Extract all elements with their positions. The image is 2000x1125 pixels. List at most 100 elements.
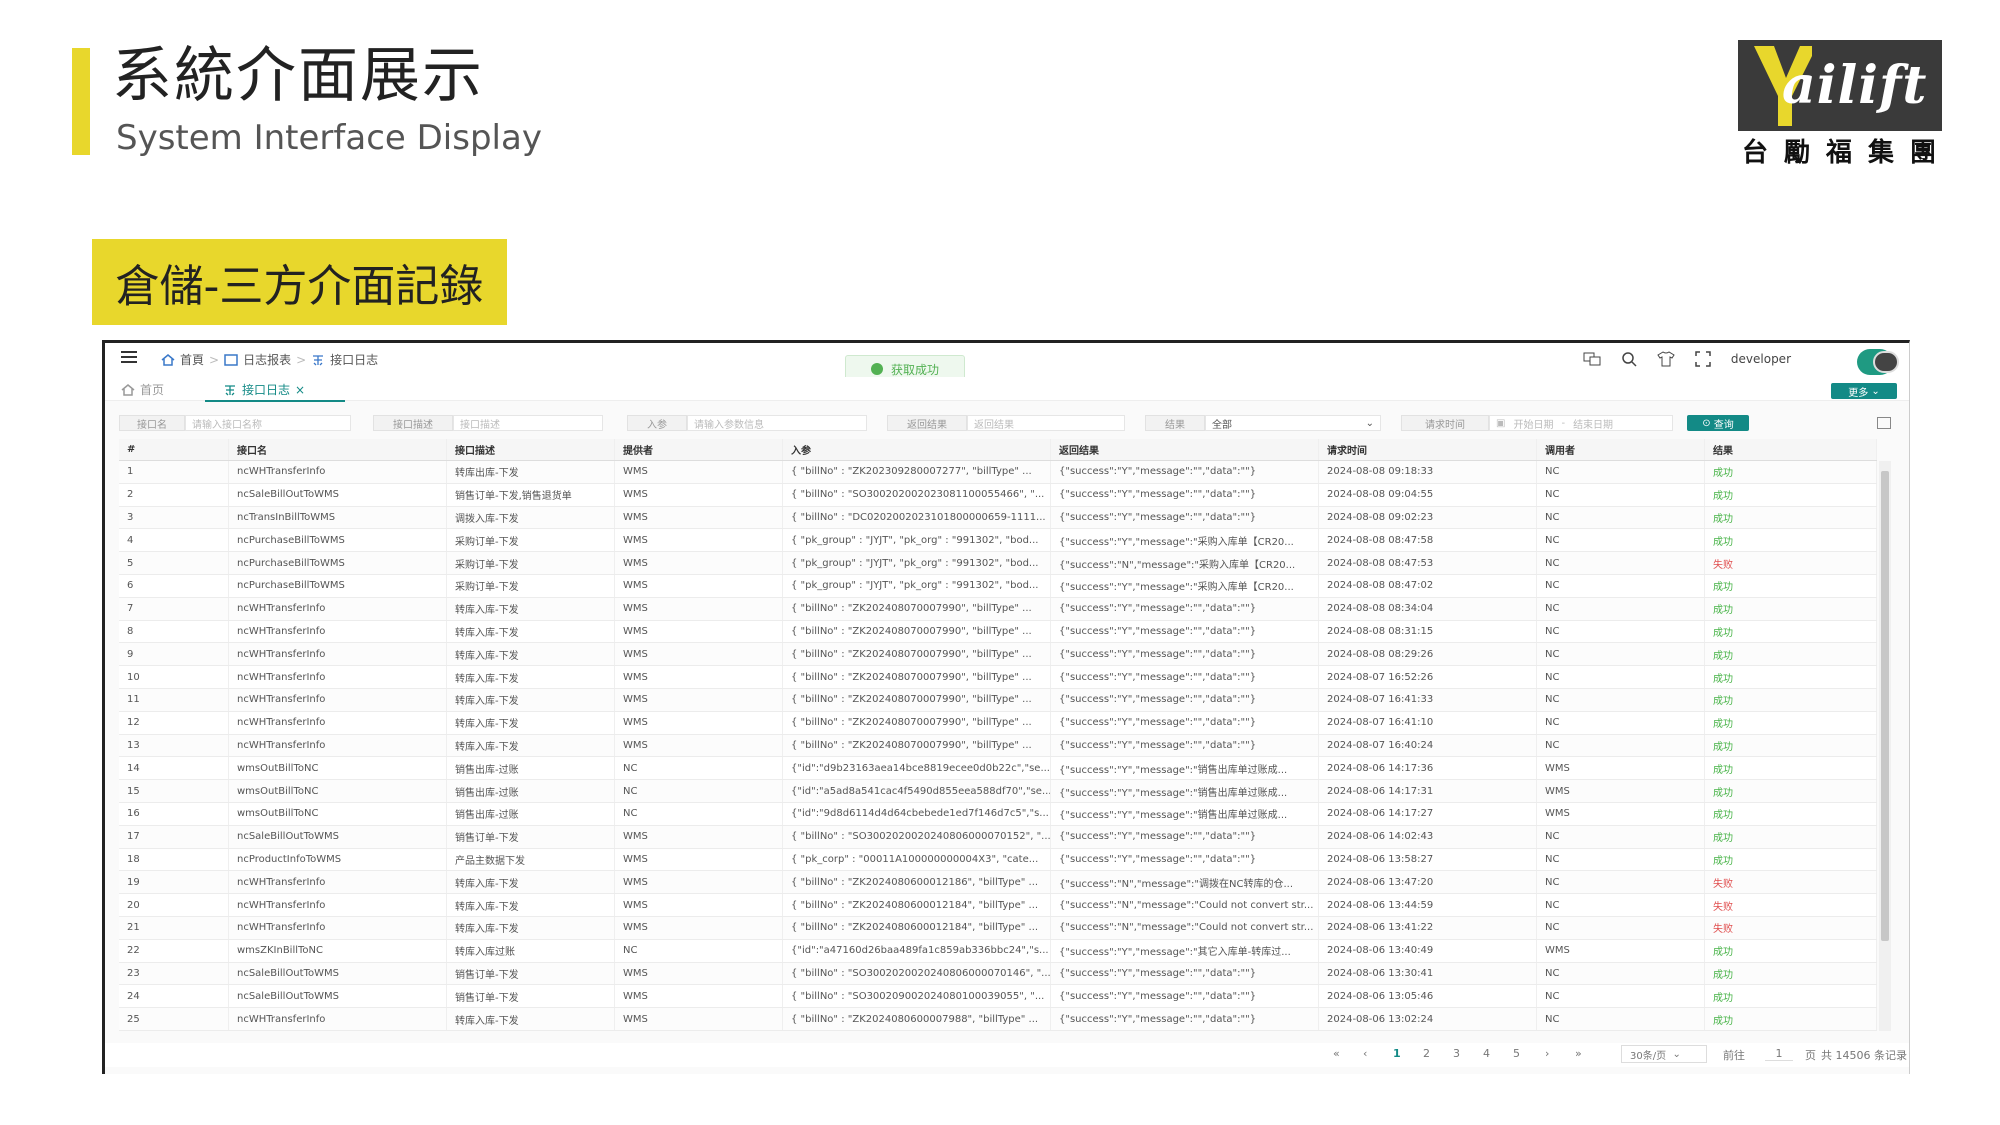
column-settings-icon[interactable] xyxy=(1877,417,1891,429)
tab-close-icon[interactable]: × xyxy=(295,383,305,397)
cell-request-time: 2024-08-07 16:52:26 xyxy=(1319,666,1537,688)
table-row[interactable]: 17 ncSaleBillOutToWMS 销售订单-下发 WMS{ "billNo"… xyxy=(119,825,1877,849)
column-header-interface-name[interactable]: 接口名 xyxy=(229,439,447,460)
filter-label-interface-name: 接口名 xyxy=(119,415,185,431)
column-header-row-index[interactable]: # xyxy=(119,439,229,460)
cell-interface-desc: 采购订单-下发 xyxy=(447,529,615,552)
slide-title: 系統介面展示 xyxy=(112,41,484,111)
table-row[interactable]: 10 ncWHTransferInfo 转库入库-下发 WMS{ "billNo" :… xyxy=(119,666,1877,689)
table-row[interactable]: 8 ncWHTransferInfo 转库入库-下发 WMS{ "billNo" : … xyxy=(119,620,1877,644)
cell-caller: NC xyxy=(1537,666,1705,688)
search-icon[interactable] xyxy=(1621,351,1637,367)
column-header-input-param[interactable]: 入参 xyxy=(783,439,1051,460)
cell-provider: WMS xyxy=(615,643,783,666)
cell-provider: WMS xyxy=(615,552,783,574)
translate-icon[interactable] xyxy=(1583,352,1601,366)
tab-home[interactable]: 首页 xyxy=(121,381,164,398)
table-row[interactable]: 24 ncSaleBillOutToWMS 销售订单-下发 WMS{ "billNo"… xyxy=(119,985,1877,1009)
table-row[interactable]: 11 ncWHTransferInfo 转库入库-下发 WMS{ "billNo" :… xyxy=(119,688,1877,712)
input-param-input[interactable]: 请输入参数信息 xyxy=(687,415,867,431)
cell-interface-desc: 转库入库过账 xyxy=(447,939,615,962)
cell-interface-name: wmsOutBillToNC xyxy=(229,780,447,802)
cell-result: 成功 xyxy=(1705,825,1877,848)
chevron-down-icon: ⌄ xyxy=(1365,417,1374,429)
table-row[interactable]: 5 ncPurchaseBillToWMS 采购订单-下发 WMS{ "pk_grou… xyxy=(119,552,1877,575)
column-header-return-result[interactable]: 返回结果 xyxy=(1051,439,1319,460)
table-row[interactable]: 22 wmsZKInBillToNC 转库入库过账 NC {"id":"a47160d2… xyxy=(119,939,1877,963)
table-row[interactable]: 2 ncSaleBillOutToWMS 销售订单-下发,销售退货单 WMS{ "bi… xyxy=(119,483,1877,507)
table-row[interactable]: 7 ncWHTransferInfo 转库入库-下发 WMS{ "billNo" : … xyxy=(119,597,1877,621)
scrollbar-thumb[interactable] xyxy=(1881,471,1889,941)
column-header-request-time[interactable]: 请求时间 xyxy=(1319,439,1537,460)
tab-interface-log[interactable]: 接口日志 × xyxy=(223,381,305,398)
page-3[interactable]: 3 xyxy=(1453,1047,1460,1060)
cell-input-param: { "pk_corp" : "00011A100000000004X3", "c… xyxy=(783,848,1051,871)
table-row[interactable]: 1 ncWHTransferInfo 转库出库-下发 WMS{ "billNo" : … xyxy=(119,461,1877,484)
filter-label-return: 返回结果 xyxy=(887,415,967,431)
cell-input-param: { "billNo" : "ZK202408070007990", "billT… xyxy=(783,620,1051,643)
column-header-provider[interactable]: 提供者 xyxy=(615,439,783,460)
table-row[interactable]: 15 wmsOutBillToNC 销售出库-过账 NC {"id":"a5ad8a54… xyxy=(119,780,1877,803)
column-header-result[interactable]: 结果 xyxy=(1705,439,1877,460)
more-button[interactable]: 更多 ⌄ xyxy=(1831,383,1897,399)
cell-input-param: { "billNo" : "DC020200202310180000​0659-… xyxy=(783,506,1051,529)
table-row[interactable]: 12 ncWHTransferInfo 转库入库-下发 WMS{ "billNo" :… xyxy=(119,711,1877,735)
table-row[interactable]: 25 ncWHTransferInfo 转库入库-下发 WMS{ "billNo" :… xyxy=(119,1008,1877,1031)
app-topbar: 首頁 > 日志报表 > 接口日志 获取成功 developer xyxy=(105,343,1909,383)
page-4[interactable]: 4 xyxy=(1483,1047,1490,1060)
table-row[interactable]: 9 ncWHTransferInfo 转库入库-下发 WMS{ "billNo" : … xyxy=(119,643,1877,667)
goto-page-input[interactable]: 1 xyxy=(1765,1047,1793,1061)
menu-toggle[interactable] xyxy=(121,351,137,363)
table-row[interactable]: 19 ncWHTransferInfo 转库入库-下发 WMS{ "billNo" :… xyxy=(119,871,1877,895)
table-row[interactable]: 18 ncProductInfoToWMS 产品主数据下发 WMS{ "pk_corp… xyxy=(119,848,1877,872)
next-page-button[interactable]: › xyxy=(1545,1047,1549,1060)
page-tabs: 首页 接口日志 × xyxy=(105,377,1909,401)
column-header-caller[interactable]: 调用者 xyxy=(1537,439,1705,460)
cell-row-index: 7 xyxy=(119,597,229,620)
table-scrollbar[interactable] xyxy=(1879,461,1891,1031)
fullscreen-icon[interactable] xyxy=(1695,351,1711,367)
cell-interface-desc: 采购订单-下发 xyxy=(447,574,615,597)
theme-shirt-icon[interactable] xyxy=(1657,351,1675,367)
cell-input-param: { "billNo" : "ZK202408060001​2184", "bil… xyxy=(783,894,1051,916)
breadcrumb-home[interactable]: 首頁 xyxy=(180,351,204,368)
screenshot-camera-icon[interactable] xyxy=(1873,351,1899,373)
table-row[interactable]: 6 ncPurchaseBillToWMS 采购订单-下发 WMS{ "pk_grou… xyxy=(119,574,1877,598)
cell-request-time: 2024-08-06 13:05:46 xyxy=(1319,985,1537,1008)
cell-interface-desc: 转库入库-下发 xyxy=(447,734,615,757)
cell-request-time: 2024-08-06 14:17:31 xyxy=(1319,780,1537,802)
page-size-select[interactable]: 30条/页 ⌄ xyxy=(1621,1045,1707,1063)
request-time-range-input[interactable]: ▣ 开始日期 - 结束日期 xyxy=(1489,415,1673,431)
table-row[interactable]: 3 ncTransInBillToWMS 调拨入库-下发 WMS{ "billNo" … xyxy=(119,506,1877,530)
page-1[interactable]: 1 xyxy=(1393,1047,1401,1060)
cell-input-param: { "billNo" : "SO30020200202408060000​701… xyxy=(783,962,1051,985)
table-row[interactable]: 16 wmsOutBillToNC 销售出库-过账 NC {"id":"9d8d6114… xyxy=(119,802,1877,826)
table-row[interactable]: 13 ncWHTransferInfo 转库入库-下发 WMS{ "billNo" :… xyxy=(119,734,1877,758)
cell-interface-desc: 转库入库-下发 xyxy=(447,666,615,688)
user-name[interactable]: developer xyxy=(1731,352,1791,366)
interface-desc-input[interactable]: 接口描述 xyxy=(453,415,603,431)
table-row[interactable]: 4 ncPurchaseBillToWMS 采购订单-下发 WMS{ "pk_grou… xyxy=(119,529,1877,553)
cell-caller: NC xyxy=(1537,1008,1705,1030)
first-page-button[interactable]: « xyxy=(1333,1047,1340,1060)
cell-input-param: { "billNo" : "ZK202408060001​2184", "bil… xyxy=(783,916,1051,939)
cell-provider: NC xyxy=(615,780,783,802)
table-row[interactable]: 23 ncSaleBillOutToWMS 销售订单-下发 WMS{ "billNo"… xyxy=(119,962,1877,986)
query-button[interactable]: ⊙ 查询 xyxy=(1687,415,1749,431)
result-select[interactable]: 全部 ⌄ xyxy=(1205,415,1381,431)
interface-name-input[interactable]: 请输入接口名称 xyxy=(185,415,351,431)
breadcrumb-report[interactable]: 日志报表 xyxy=(243,351,291,368)
page-2[interactable]: 2 xyxy=(1423,1047,1430,1060)
calendar-icon: ▣ xyxy=(1496,417,1506,429)
table-row[interactable]: 21 ncWHTransferInfo 转库入库-下发 WMS{ "billNo" :… xyxy=(119,916,1877,940)
page-5[interactable]: 5 xyxy=(1513,1047,1520,1060)
column-header-interface-desc[interactable]: 接口描述 xyxy=(447,439,615,460)
last-page-button[interactable]: » xyxy=(1575,1047,1582,1060)
table-row[interactable]: 20 ncWHTransferInfo 转库入库-下发 WMS{ "billNo" :… xyxy=(119,894,1877,917)
cell-interface-desc: 销售出库-过账 xyxy=(447,780,615,802)
cell-interface-name: ncWHTransferInfo xyxy=(229,597,447,620)
table-row[interactable]: 14 wmsOutBillToNC 销售出库-过账 NC {"id":"d9b23163… xyxy=(119,757,1877,781)
cell-result: 成功 xyxy=(1705,962,1877,985)
return-result-input[interactable]: 返回结果 xyxy=(967,415,1125,431)
prev-page-button[interactable]: ‹ xyxy=(1363,1047,1367,1060)
